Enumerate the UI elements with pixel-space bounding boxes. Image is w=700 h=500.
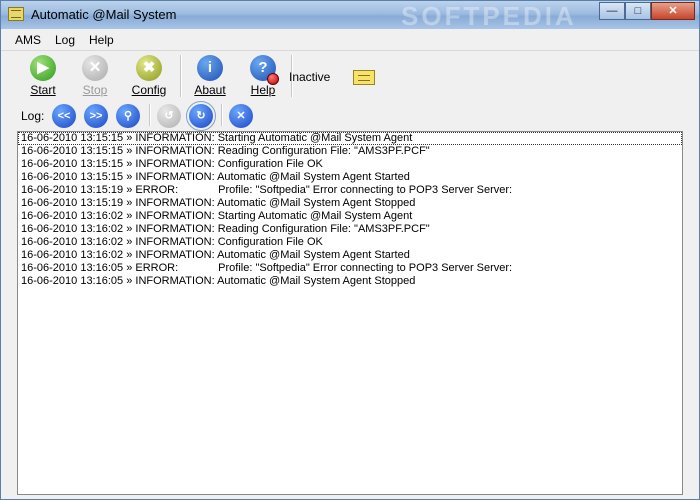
start-button[interactable]: ▶ Start xyxy=(21,55,65,99)
envelope-icon[interactable] xyxy=(353,70,375,85)
config-button[interactable]: ✖ Config xyxy=(127,55,171,99)
toolbar-separator xyxy=(180,55,182,97)
log-entry[interactable]: 16-06-2010 13:15:15 » INFORMATION: Autom… xyxy=(18,171,682,184)
log-entry[interactable]: 16-06-2010 13:15:15 » INFORMATION: Confi… xyxy=(18,158,682,171)
log-entry[interactable]: 16-06-2010 13:16:02 » INFORMATION: Confi… xyxy=(18,236,682,249)
stop-button[interactable]: ✕ Stop xyxy=(73,55,117,99)
toolbar-separator xyxy=(149,104,151,126)
mail-app-icon[interactable] xyxy=(8,7,24,21)
stop-icon: ✕ xyxy=(82,55,108,81)
stop-label: Stop xyxy=(82,83,108,97)
log-entry[interactable]: 16-06-2010 13:15:15 » INFORMATION: Start… xyxy=(18,132,682,145)
log-entry[interactable]: 16-06-2010 13:16:02 » INFORMATION: Autom… xyxy=(18,249,682,262)
log-entry[interactable]: 16-06-2010 13:16:02 » INFORMATION: Readi… xyxy=(18,223,682,236)
about-label: Abaut xyxy=(194,83,226,97)
log-entry[interactable]: 16-06-2010 13:15:19 » ERROR: Profile: "So… xyxy=(18,184,682,197)
help-label: Help xyxy=(250,83,276,97)
info-icon: i xyxy=(197,55,223,81)
menu-help[interactable]: Help xyxy=(89,33,114,47)
agent-status-text: Inactive xyxy=(289,70,331,84)
window-controls: — □ ✕ xyxy=(599,2,695,20)
window-title: Automatic @Mail System xyxy=(31,7,177,22)
menu-bar: AMS Log Help xyxy=(1,30,699,50)
maximize-button[interactable]: □ xyxy=(625,2,651,20)
tools-icon: ✖ xyxy=(136,55,162,81)
log-first-button[interactable]: << xyxy=(52,104,76,128)
about-button[interactable]: i Abaut xyxy=(188,55,232,99)
log-next-button[interactable]: >> xyxy=(84,104,108,128)
log-toolbar: Log: << >> ⚲ ↺ ↻ ✕ xyxy=(1,101,699,131)
log-entry[interactable]: 16-06-2010 13:16:05 » ERROR: Profile: "So… xyxy=(18,262,682,275)
log-label: Log: xyxy=(21,109,45,123)
menu-ams[interactable]: AMS xyxy=(15,33,41,47)
toolbar-separator xyxy=(221,104,223,126)
log-entry[interactable]: 16-06-2010 13:16:02 » INFORMATION: Start… xyxy=(18,210,682,223)
log-entry[interactable]: 16-06-2010 13:16:05 » INFORMATION: Autom… xyxy=(18,275,682,288)
search-icon[interactable]: ⚲ xyxy=(116,104,140,128)
watermark: SOFTPEDIA xyxy=(401,1,577,31)
menu-log[interactable]: Log xyxy=(55,33,75,47)
log-list[interactable]: 16-06-2010 13:15:15 » INFORMATION: Start… xyxy=(17,131,683,495)
start-label: Start xyxy=(30,83,56,97)
log-entry[interactable]: 16-06-2010 13:15:19 » INFORMATION: Autom… xyxy=(18,197,682,210)
app-window: Automatic @Mail System SOFTPEDIA — □ ✕ A… xyxy=(0,0,700,500)
main-toolbar: ▶ Start ✕ Stop ✖ Config i Abaut ? Help I… xyxy=(1,50,699,102)
minimize-button[interactable]: — xyxy=(599,2,625,20)
clear-log-icon[interactable]: ✕ xyxy=(229,104,253,128)
config-label: Config xyxy=(131,83,167,97)
log-entry[interactable]: 16-06-2010 13:15:15 » INFORMATION: Readi… xyxy=(18,145,682,158)
close-button[interactable]: ✕ xyxy=(651,2,695,20)
refresh-icon[interactable]: ↻ xyxy=(186,101,216,131)
title-bar[interactable]: Automatic @Mail System SOFTPEDIA — □ ✕ xyxy=(1,1,699,31)
undo-icon[interactable]: ↺ xyxy=(157,104,181,128)
status-indicator-icon xyxy=(267,73,279,85)
play-icon: ▶ xyxy=(30,55,56,81)
